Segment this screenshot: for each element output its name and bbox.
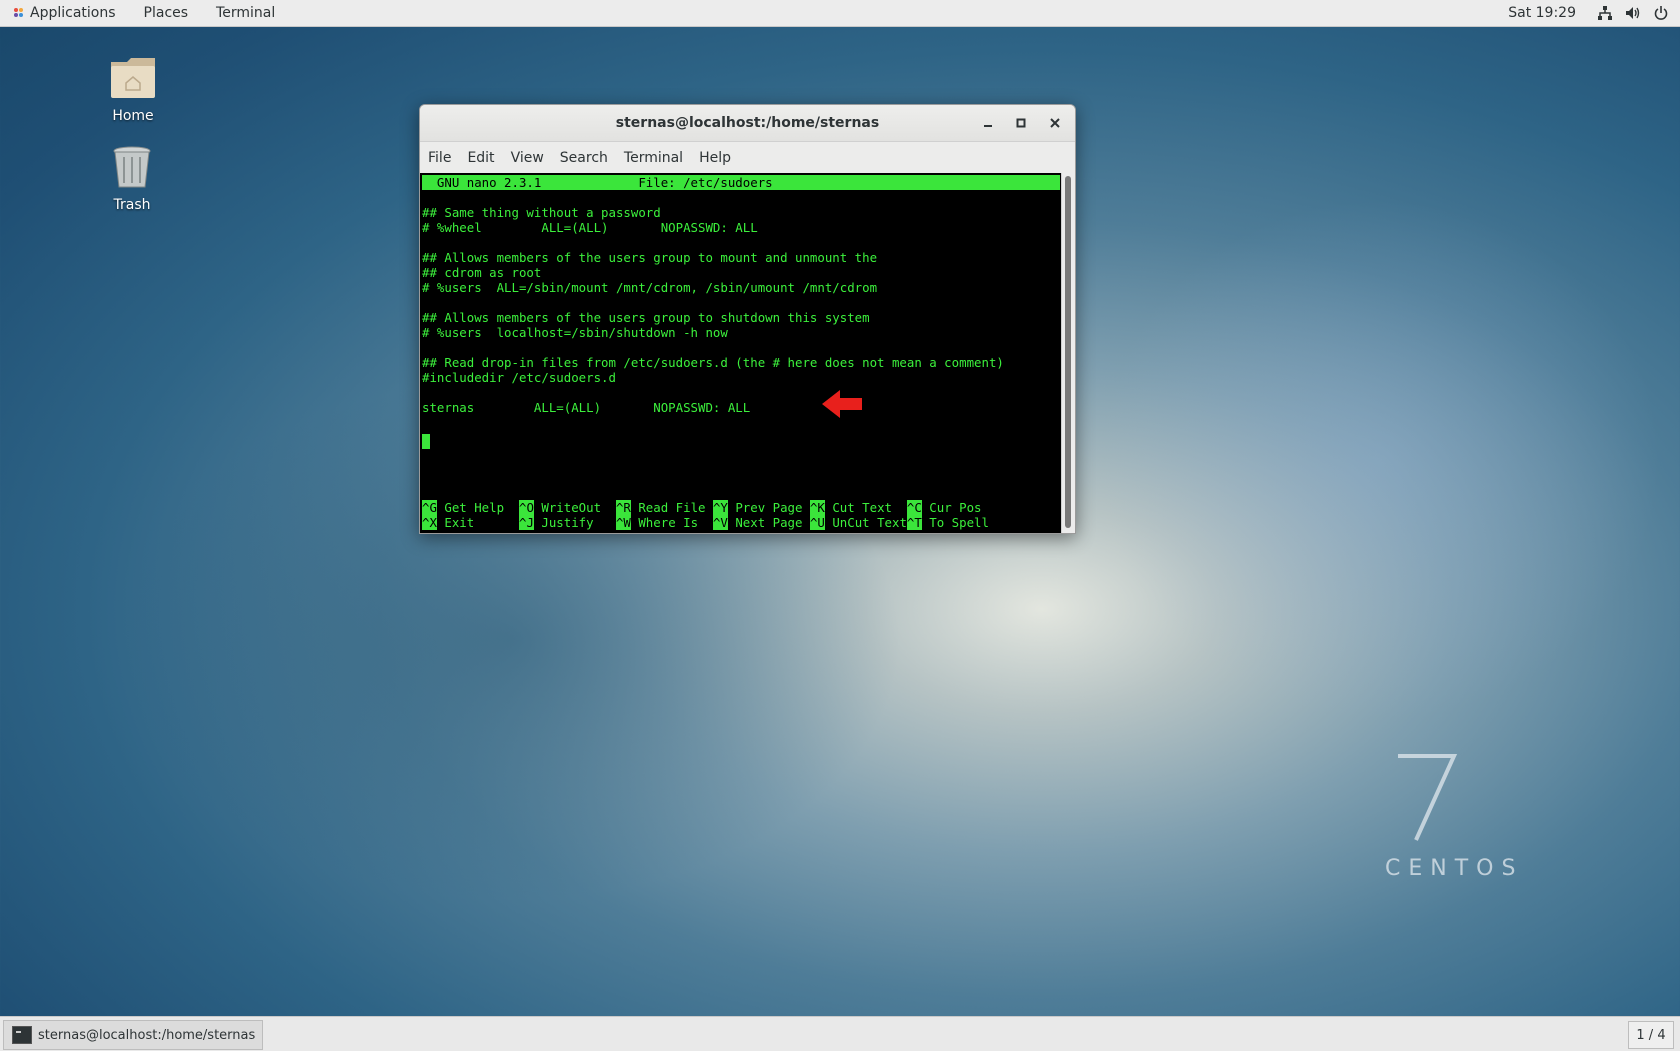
editor-line: ## cdrom as root (422, 265, 542, 280)
shortcut-key: ^C (906, 500, 922, 515)
close-button[interactable] (1045, 113, 1065, 133)
places-menu[interactable]: Places (130, 0, 203, 26)
red-arrow-icon (820, 388, 864, 423)
menu-help[interactable]: Help (691, 150, 739, 166)
editor-line: # %users localhost=/sbin/shutdown -h now (422, 325, 728, 340)
text-cursor (422, 434, 430, 449)
shortcut-key: ^K (809, 500, 825, 515)
taskbar-terminal-item[interactable]: sternas@localhost:/home/sternas (3, 1020, 263, 1050)
trash-icon (87, 145, 177, 193)
shortcut-key: ^V (712, 515, 728, 530)
shortcut-label: To Spell (921, 515, 989, 530)
trash-label: Trash (113, 197, 151, 213)
shortcut-label: Next Page (727, 515, 810, 530)
shortcut-label: UnCut Text (824, 515, 907, 530)
window-title: sternas@localhost:/home/sternas (615, 115, 880, 131)
shortcut-label: Read File (630, 500, 713, 515)
shortcut-key: ^T (906, 515, 922, 530)
folder-icon (88, 56, 178, 104)
menu-file[interactable]: File (420, 150, 459, 166)
editor-line: ## Allows members of the users group to … (422, 310, 870, 325)
nano-header: GNU nano 2.3.1 File: /etc/sudoers (422, 175, 1060, 190)
shortcut-key: ^R (615, 500, 631, 515)
desktop-trash[interactable]: Trash (87, 145, 177, 213)
menu-edit[interactable]: Edit (459, 150, 502, 166)
editor-line: ## Same thing without a password (422, 205, 661, 220)
menu-search[interactable]: Search (552, 150, 616, 166)
editor-line: ## Allows members of the users group to … (422, 250, 878, 265)
shortcut-bar-row-1: ^G Get Help ^O WriteOut ^R Read File ^Y … (422, 500, 982, 515)
terminal-icon (12, 1026, 32, 1044)
menu-terminal[interactable]: Terminal (616, 150, 691, 166)
window-titlebar[interactable]: sternas@localhost:/home/sternas (420, 105, 1075, 142)
clock[interactable]: Sat 19:29 (1508, 5, 1576, 21)
scrollbar-thumb[interactable] (1065, 176, 1071, 528)
editor-line: ## Read drop-in files from /etc/sudoers.… (422, 355, 1004, 370)
taskbar-item-label: sternas@localhost:/home/sternas (38, 1027, 256, 1043)
applications-menu[interactable]: Applications (0, 0, 130, 26)
shortcut-bar-row-2: ^X Exit ^J Justify ^W Where Is ^V Next P… (422, 515, 989, 530)
shortcut-label: WriteOut (533, 500, 616, 515)
volume-icon[interactable] (1624, 4, 1642, 22)
shortcut-key: ^W (615, 515, 631, 530)
shortcut-label: Get Help (436, 500, 519, 515)
terminal-menu[interactable]: Terminal (202, 0, 289, 26)
shortcut-label: Where Is (630, 515, 713, 530)
bottom-panel: sternas@localhost:/home/sternas 1 / 4 (0, 1016, 1680, 1051)
shortcut-key: ^X (422, 515, 437, 530)
workspace-switcher[interactable]: 1 / 4 (1628, 1021, 1674, 1049)
shortcut-label: Prev Page (727, 500, 810, 515)
shortcut-label: Exit (436, 515, 519, 530)
terminal-area[interactable]: GNU nano 2.3.1 File: /etc/sudoers ## Sam… (420, 173, 1062, 533)
desktop-home-folder[interactable]: Home (88, 56, 178, 124)
shortcut-label: Justify (533, 515, 616, 530)
shortcut-label: Cur Pos (921, 500, 982, 515)
shortcut-key: ^J (518, 515, 534, 530)
background-glow (1100, 200, 1660, 720)
network-icon[interactable] (1596, 4, 1614, 22)
sudoers-user-line: sternas ALL=(ALL) NOPASSWD: ALL (422, 400, 751, 415)
applications-label: Applications (30, 5, 116, 21)
centos-version-mark (1392, 752, 1462, 844)
home-label: Home (112, 108, 154, 124)
shortcut-key: ^O (518, 500, 534, 515)
shortcut-key: ^G (422, 500, 437, 515)
editor-line: #includedir /etc/sudoers.d (422, 370, 616, 385)
power-icon[interactable] (1652, 4, 1670, 22)
minimize-button[interactable] (978, 113, 998, 133)
editor-line: # %wheel ALL=(ALL) NOPASSWD: ALL (422, 220, 758, 235)
shortcut-key: ^U (809, 515, 825, 530)
window-menubar: File Edit View Search Terminal Help (420, 142, 1075, 174)
shortcut-key: ^Y (712, 500, 728, 515)
applications-icon (14, 8, 24, 18)
terminal-window[interactable]: sternas@localhost:/home/sternas File Edi… (419, 104, 1076, 534)
shortcut-label: Cut Text (824, 500, 907, 515)
centos-wordmark: CENTOS (1385, 856, 1524, 881)
maximize-button[interactable] (1011, 113, 1031, 133)
top-panel: Applications Places Terminal Sat 19:29 (0, 0, 1680, 27)
editor-line: # %users ALL=/sbin/mount /mnt/cdrom, /sb… (422, 280, 878, 295)
menu-view[interactable]: View (503, 150, 552, 166)
terminal-scrollbar[interactable] (1061, 173, 1075, 533)
